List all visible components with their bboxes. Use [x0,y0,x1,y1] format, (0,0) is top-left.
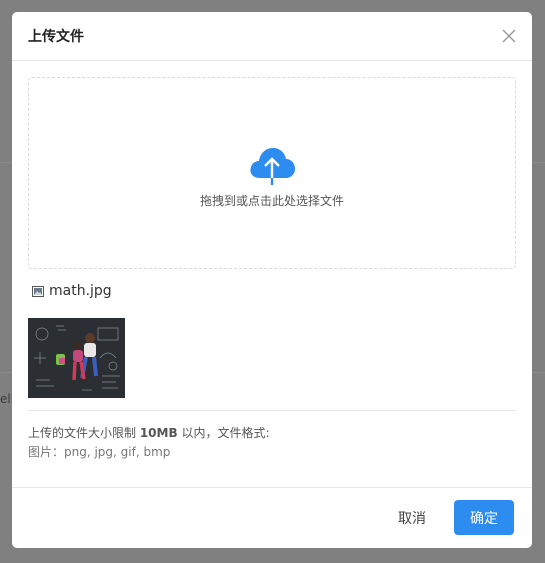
allowed-formats: 图片：png, jpg, gif, bmp [28,445,171,459]
section-divider [28,410,516,411]
image-file-icon [32,286,44,297]
background-divider [0,162,12,163]
limit-prefix: 上传的文件大小限制 [28,426,140,440]
upload-limit-text: 上传的文件大小限制 10MB 以内，文件格式: [28,424,269,441]
cloud-upload-icon [250,148,295,185]
background-divider [532,372,545,373]
close-icon[interactable] [500,27,518,45]
footer-divider [12,487,532,488]
upload-dropzone[interactable]: 拖拽到或点击此处选择文件 [28,77,516,269]
upload-dialog: 上传文件 拖拽到或点击此处选择文件 math.jpg 上传的文件大小限制 10M… [12,12,532,548]
confirm-button[interactable]: 确定 [454,500,514,535]
image-thumbnail[interactable] [28,318,125,398]
background-divider [0,372,12,373]
dropzone-hint: 拖拽到或点击此处选择文件 [199,194,344,208]
background-divider [532,162,545,163]
dialog-title: 上传文件 [28,29,84,45]
file-name: math.jpg [49,283,112,299]
dialog-header: 上传文件 [12,12,532,61]
limit-size: 10MB [139,426,178,440]
limit-suffix: 以内，文件格式: [177,426,270,440]
cancel-button[interactable]: 取消 [384,501,440,535]
